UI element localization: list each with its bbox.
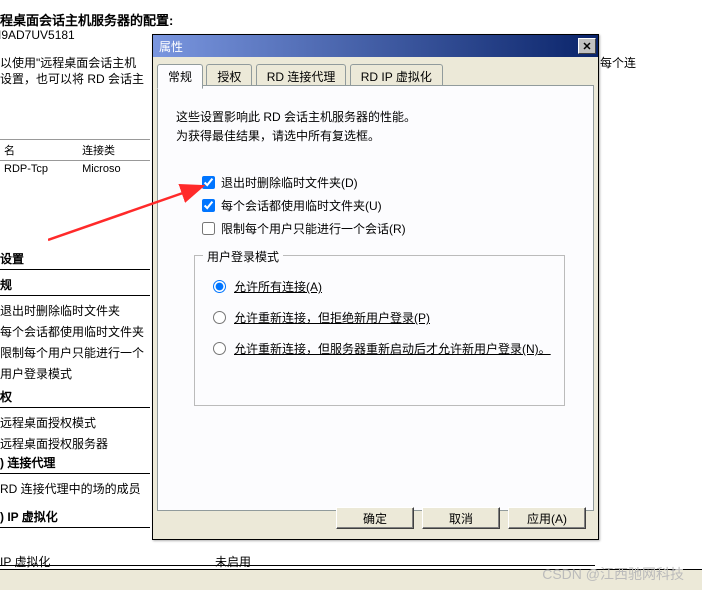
chk-delete-temp-label: 退出时删除临时文件夹(D)	[221, 174, 358, 191]
section-auth: 权	[0, 388, 150, 408]
col-name: 名	[4, 142, 79, 158]
close-icon: ✕	[582, 40, 591, 53]
radio-allow-all[interactable]	[213, 280, 226, 293]
chk-limit-session-label: 限制每个用户只能进行一个会话(R)	[221, 220, 406, 237]
panel-desc-2: 为获得最佳结果，请选中所有复选框。	[176, 127, 575, 146]
titlebar[interactable]: 属性 ✕	[153, 35, 598, 57]
server-id: -I9AD7UV5181	[0, 28, 75, 42]
radio-deny-new[interactable]	[213, 311, 226, 324]
login-mode-legend: 用户登录模式	[203, 248, 283, 265]
properties-dialog: 属性 ✕ 常规 授权 RD 连接代理 RD IP 虚拟化 这些设置影响此 RD …	[152, 34, 599, 540]
ok-button[interactable]: 确定	[336, 507, 414, 529]
close-button[interactable]: ✕	[578, 38, 596, 54]
ip-virtual-label[interactable]: IP 虚拟化	[0, 553, 50, 570]
list-item[interactable]: 退出时删除临时文件夹	[0, 300, 150, 321]
section-ipv: ) IP 虚拟化	[0, 508, 150, 528]
note-right: 每个连	[600, 54, 636, 71]
list-item[interactable]: 远程桌面授权模式	[0, 412, 150, 433]
radio-after-restart[interactable]	[213, 342, 226, 355]
tab-strip: 常规 授权 RD 连接代理 RD IP 虚拟化	[157, 63, 594, 85]
list-item[interactable]: 远程桌面授权服务器	[0, 433, 150, 454]
col-type: 连接类	[82, 142, 115, 158]
desc-line-1: 以使用"远程桌面会话主机	[0, 54, 136, 71]
chk-limit-session[interactable]	[202, 222, 215, 235]
section-settings: 设置	[0, 250, 150, 270]
section-conn: ) 连接代理	[0, 454, 150, 474]
connection-table: 名 连接类 RDP-Tcp Microso	[0, 139, 150, 177]
radio-after-restart-label: 允许重新连接，但服务器重新启动后才允许新用户登录(N)。	[234, 340, 551, 357]
list-item[interactable]: 用户登录模式	[0, 363, 150, 384]
radio-allow-all-label: 允许所有连接(A)	[234, 278, 322, 295]
watermark: CSDN @江西驰网科技	[542, 564, 684, 584]
chk-use-temp-label: 每个会话都使用临时文件夹(U)	[221, 197, 382, 214]
cancel-button[interactable]: 取消	[422, 507, 500, 529]
chk-use-temp[interactable]	[202, 199, 215, 212]
login-mode-group: 用户登录模式 允许所有连接(A) 允许重新连接，但拒绝新用户登录(P) 允许重新…	[194, 255, 565, 406]
section-general: 规	[0, 276, 150, 296]
ip-virtual-status: 未启用	[215, 553, 251, 570]
dialog-title: 属性	[159, 38, 183, 55]
desc-line-2: 设置，也可以将 RD 会话主	[0, 70, 144, 87]
list-item[interactable]: 限制每个用户只能进行一个	[0, 342, 150, 363]
tab-panel-general: 这些设置影响此 RD 会话主机服务器的性能。 为获得最佳结果，请选中所有复选框。…	[157, 85, 594, 511]
panel-desc-1: 这些设置影响此 RD 会话主机服务器的性能。	[176, 108, 575, 127]
tab-general[interactable]: 常规	[157, 64, 203, 89]
table-row[interactable]: RDP-Tcp Microso	[0, 161, 150, 177]
radio-deny-new-label: 允许重新连接，但拒绝新用户登录(P)	[234, 309, 430, 326]
apply-button[interactable]: 应用(A)	[508, 507, 586, 529]
list-item[interactable]: RD 连接代理中的场的成员	[0, 478, 150, 499]
list-item[interactable]: 每个会话都使用临时文件夹	[0, 321, 150, 342]
chk-delete-temp[interactable]	[202, 176, 215, 189]
page-title: 程桌面会话主机服务器的配置:	[0, 10, 173, 29]
